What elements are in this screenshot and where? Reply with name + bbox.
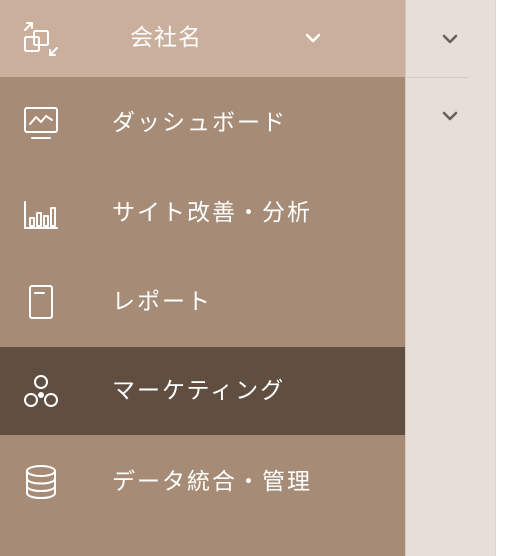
nav-item-marketing[interactable]: マーケティング: [0, 347, 405, 435]
nav-item-report[interactable]: レポート: [0, 258, 405, 346]
nav-label: サイト改善・分析: [112, 200, 312, 226]
chevron-down-icon[interactable]: [302, 27, 324, 49]
nav-label: レポート: [112, 289, 212, 315]
chevron-down-icon[interactable]: [439, 28, 461, 50]
chevron-down-icon[interactable]: [439, 105, 461, 127]
divider: [405, 77, 469, 78]
dashboard-monitor-icon: [24, 107, 58, 139]
nav-item-dashboard[interactable]: ダッシュボード: [0, 79, 405, 167]
database-icon: [26, 465, 56, 499]
divider: [405, 0, 406, 556]
marketing-nodes-icon: [24, 375, 58, 407]
company-switcher[interactable]: 会社名: [0, 0, 405, 77]
bar-chart-icon: [24, 201, 58, 229]
nav-label: マーケティング: [112, 378, 286, 404]
secondary-panel: [405, 0, 496, 556]
switch-company-icon[interactable]: [22, 20, 60, 58]
company-name[interactable]: 会社名: [130, 0, 202, 77]
nav-label: データ統合・管理: [112, 469, 312, 495]
nav-item-site-analysis[interactable]: サイト改善・分析: [0, 169, 405, 257]
report-document-icon: [29, 285, 53, 319]
nav-label: ダッシュボード: [112, 110, 287, 136]
nav-item-data-integration[interactable]: データ統合・管理: [0, 438, 405, 526]
sidebar: 会社名 ダッシュボード サイト改善・分析 レポート マーケティング データ統合・…: [0, 0, 405, 556]
